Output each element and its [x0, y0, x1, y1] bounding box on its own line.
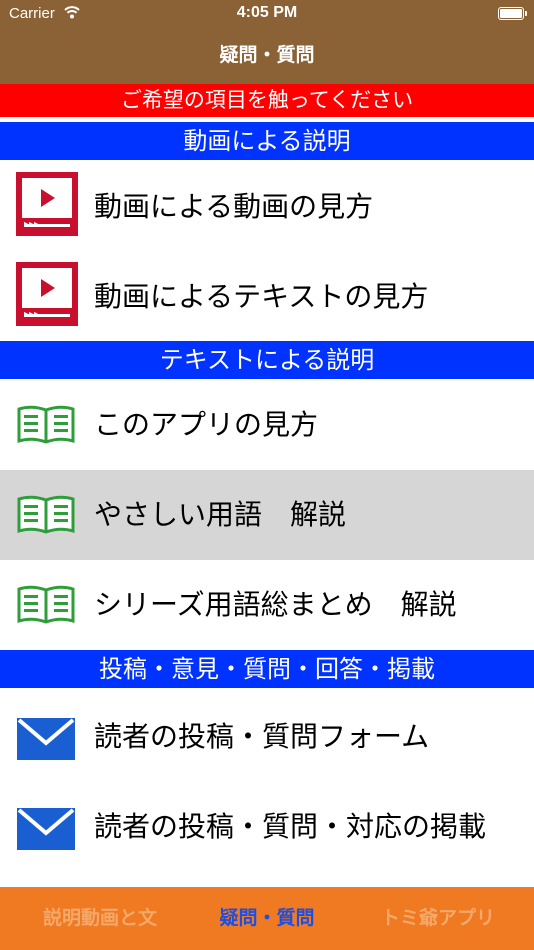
- mail-icon: [17, 808, 75, 850]
- list-item-video-howto-video[interactable]: ▸▸▸ 動画による動画の見方: [0, 162, 534, 252]
- video-icon: ▸▸▸: [16, 262, 78, 326]
- list-item-easy-glossary[interactable]: やさしい用語 解説: [0, 470, 534, 560]
- tab-explanation-video[interactable]: 説明動画と文: [20, 887, 180, 950]
- section-header-text: テキストによる説明: [0, 341, 534, 379]
- list-item-label: このアプリの見方: [94, 408, 319, 441]
- book-icon: [17, 405, 75, 444]
- tab-bar: 説明動画と文 疑問・質問 トミ爺アプリ: [0, 887, 534, 950]
- list-item-label: 動画によるテキストの見方: [94, 280, 429, 313]
- list-item-series-glossary[interactable]: シリーズ用語総まとめ 解説: [0, 560, 534, 650]
- navigation-header: Carrier 4:05 PM 疑問・質問: [0, 0, 534, 84]
- list-item-reader-form[interactable]: 読者の投稿・質問フォーム: [0, 692, 534, 782]
- list-item-label: 読者の投稿・質問・対応の掲載: [94, 810, 487, 843]
- instruction-banner: ご希望の項目を触ってください: [0, 84, 534, 117]
- list-item-label: 動画による動画の見方: [94, 190, 374, 223]
- list-item-label: シリーズ用語総まとめ 解説: [94, 588, 457, 621]
- section-header-posts: 投稿・意見・質問・回答・掲載: [0, 650, 534, 688]
- list-item-app-guide[interactable]: このアプリの見方: [0, 380, 534, 470]
- book-icon: [17, 585, 75, 624]
- clock: 4:05 PM: [236, 4, 298, 21]
- mail-icon: [17, 718, 75, 760]
- battery-icon: [498, 7, 527, 20]
- status-bar: Carrier 4:05 PM: [0, 0, 534, 28]
- section-header-video: 動画による説明: [0, 122, 534, 160]
- book-icon: [17, 495, 75, 534]
- page-title: 疑問・質問: [219, 44, 315, 66]
- list-item-video-howto-text[interactable]: ▸▸▸ 動画によるテキストの見方: [0, 252, 534, 342]
- video-icon: ▸▸▸: [16, 172, 78, 236]
- list-item-label: 読者の投稿・質問フォーム: [94, 720, 430, 753]
- list-item-label: やさしい用語 解説: [94, 498, 347, 531]
- tab-tomijii-app[interactable]: トミ爺アプリ: [358, 887, 518, 950]
- tab-questions[interactable]: 疑問・質問: [187, 887, 347, 950]
- list-item-reader-posts[interactable]: 読者の投稿・質問・対応の掲載: [0, 782, 534, 872]
